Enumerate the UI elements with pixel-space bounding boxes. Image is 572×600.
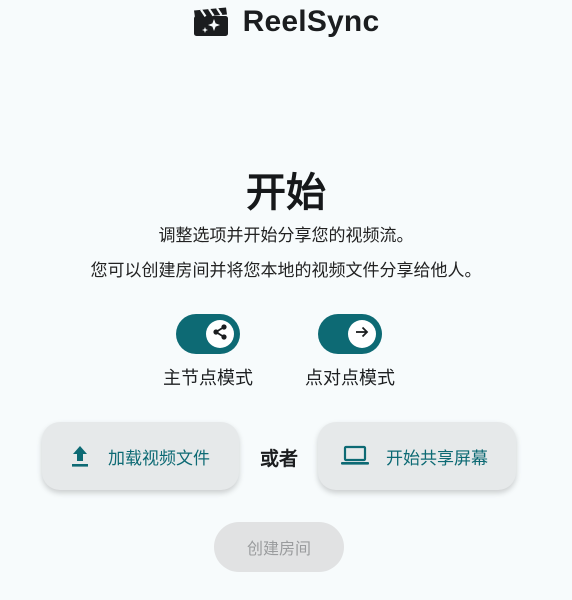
load-video-button[interactable]: 加载视频文件	[42, 422, 239, 490]
app-header: ReelSync	[0, 0, 572, 44]
toggle-knob	[348, 320, 376, 348]
description-line-2: 您可以创建房间并将您本地的视频文件分享给他人。	[90, 261, 482, 281]
p2p-mode-toggle[interactable]	[318, 314, 382, 354]
arrow-right-icon	[353, 323, 371, 345]
laptop-icon	[340, 445, 370, 467]
p2p-mode-toggle-group: 点对点模式	[290, 314, 410, 390]
clapperboard-icon	[193, 7, 229, 37]
app-name: ReelSync	[242, 5, 380, 38]
description-line-1: 调整选项并开始分享您的视频流。	[158, 226, 414, 246]
host-mode-toggle-group: 主节点模式	[148, 314, 268, 390]
host-mode-toggle[interactable]	[176, 314, 240, 354]
host-mode-label: 主节点模式	[163, 368, 253, 389]
upload-icon	[68, 444, 92, 468]
page-title: 开始	[246, 170, 326, 216]
p2p-mode-label: 点对点模式	[305, 368, 395, 389]
load-video-label: 加载视频文件	[108, 448, 210, 469]
share-icon	[211, 323, 229, 345]
share-screen-button[interactable]: 开始共享屏幕	[318, 422, 516, 490]
create-room-button[interactable]: 创建房间	[214, 522, 344, 572]
or-separator: 或者	[259, 448, 298, 470]
share-screen-label: 开始共享屏幕	[386, 448, 488, 469]
toggle-knob	[206, 320, 234, 348]
